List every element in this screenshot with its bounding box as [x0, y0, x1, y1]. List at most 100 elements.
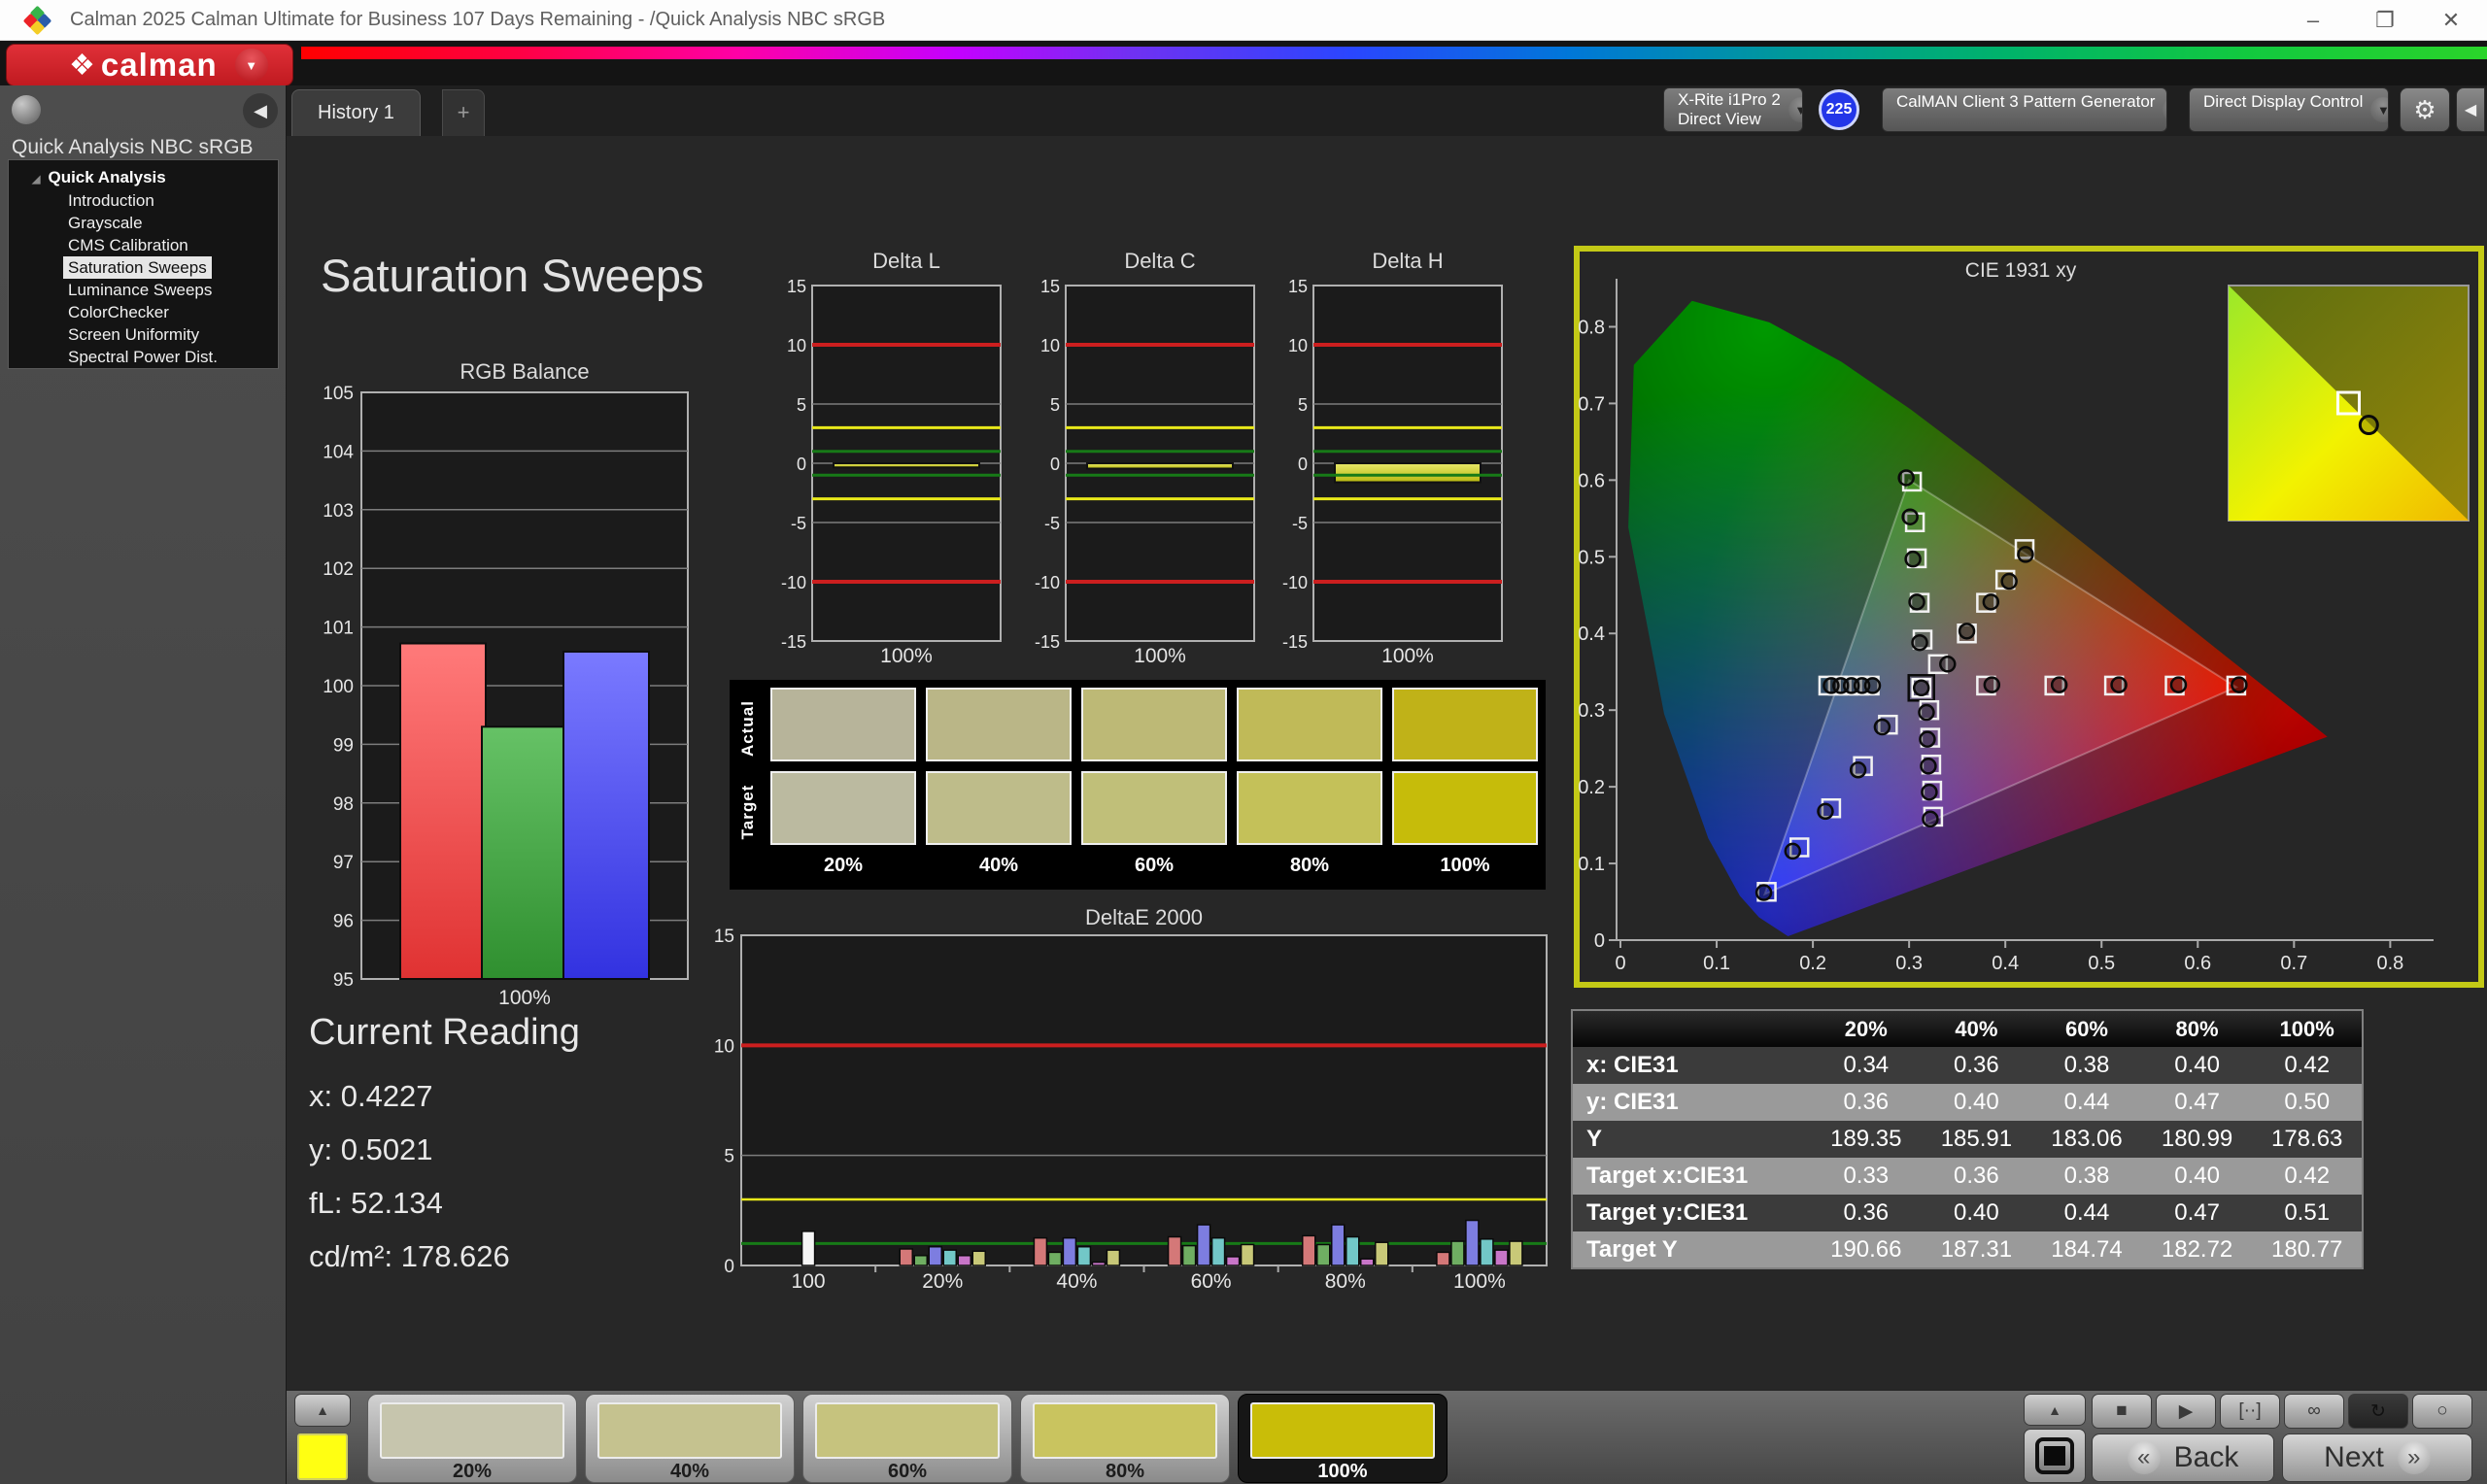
pattern-button-60%[interactable]: 60% [802, 1394, 1012, 1483]
pattern-swatch [597, 1402, 782, 1459]
record-button[interactable]: ○ [2412, 1394, 2472, 1429]
settings-button[interactable]: ⚙ [2400, 87, 2450, 132]
play-button[interactable]: ▶ [2156, 1394, 2216, 1429]
cell-value: 180.77 [2252, 1231, 2363, 1268]
deltae-2000-chart: DeltaE 2000 0 5 10 15 100 20% 40% 60% 80% 100% [714, 905, 1548, 1293]
pattern-button-40%[interactable]: 40% [585, 1394, 795, 1483]
calman-menu-button[interactable]: ❖ calman ▼ [6, 44, 293, 86]
swatch-column-label: 80% [1289, 855, 1330, 876]
measure-icon: [··] [2238, 1400, 2262, 1421]
swatch-column-label: 20% [823, 855, 864, 876]
target-swatch-80% [1237, 771, 1382, 845]
analysis-layout: Saturation Sweeps RGB Balance 95 96 97 98 99 1… [287, 136, 2487, 1389]
panel-collapse-button[interactable]: ◀ [2456, 87, 2485, 132]
pattern-list-up-button[interactable]: ▲ [294, 1394, 351, 1427]
table-row: x: CIE31 0.34 0.36 0.38 0.40 0.42 [1572, 1047, 2363, 1084]
workflow-title: Quick Analysis NBC sRGB [12, 136, 254, 158]
svg-text:10: 10 [1040, 336, 1060, 355]
cell-value: 185.91 [1921, 1121, 2032, 1158]
svg-text:0.5: 0.5 [2088, 953, 2115, 974]
table-header-100%: 100% [2252, 1010, 2363, 1047]
continuous-button[interactable]: ∞ [2284, 1394, 2344, 1429]
active-pattern-mini-swatch[interactable] [297, 1433, 348, 1480]
tree-item-spectral-power-dist[interactable]: Spectral Power Dist. [63, 346, 222, 368]
chevron-down-icon: ▼ [1788, 97, 1802, 122]
tab-history-1[interactable]: History 1 [291, 89, 421, 136]
svg-text:15: 15 [714, 927, 734, 947]
meter-dropdown[interactable]: X-Rite i1Pro 2Direct View ▼ [1663, 87, 1803, 132]
cell-value: 0.47 [2141, 1084, 2253, 1121]
pattern-swatch [1033, 1402, 1217, 1459]
pattern-window-up-button[interactable]: ▲ [2024, 1394, 2086, 1426]
cie-1931-panel[interactable]: CIE 1931 xy 0 0.1 0.2 0.3 0.4 0.5 0.6 0.7 0.8 0 0.1… [1574, 246, 2484, 988]
sidebar-collapse-button[interactable]: ◀ [243, 93, 278, 128]
svg-text:100%: 100% [880, 645, 933, 666]
cell-value: 0.36 [1921, 1047, 2032, 1084]
next-button[interactable]: Next » [2282, 1433, 2472, 1482]
svg-text:Delta H: Delta H [1372, 249, 1443, 273]
refresh-button[interactable]: ↻ [2348, 1394, 2408, 1429]
sidebar-orb-button[interactable] [12, 95, 41, 124]
back-button[interactable]: « Back [2092, 1433, 2274, 1482]
svg-text:0: 0 [1298, 455, 1308, 474]
svg-text:100%: 100% [1381, 645, 1434, 666]
svg-text:98: 98 [333, 794, 354, 815]
svg-text:0.8: 0.8 [2376, 953, 2403, 974]
tree-item-screen-uniformity[interactable]: Screen Uniformity [63, 323, 204, 346]
current-reading-title: Current Reading [309, 1012, 580, 1053]
pattern-swatch [380, 1402, 564, 1459]
pattern-button-20%[interactable]: 20% [367, 1394, 577, 1483]
row-label: y: CIE31 [1572, 1084, 1811, 1121]
cell-value: 180.99 [2141, 1121, 2253, 1158]
svg-text:0: 0 [797, 455, 806, 474]
current-reading-value: x: 0.4227 [309, 1079, 433, 1113]
pattern-label: 20% [452, 1461, 493, 1482]
cell-value: 0.47 [2141, 1195, 2253, 1231]
table-row: Y 189.35 185.91 183.06 180.99 178.63 [1572, 1121, 2363, 1158]
svg-text:0.6: 0.6 [2184, 953, 2211, 974]
svg-text:96: 96 [333, 912, 354, 932]
stop-button[interactable]: ■ [2092, 1394, 2152, 1429]
cell-value: 0.50 [2252, 1084, 2363, 1121]
tree-item-colorchecker[interactable]: ColorChecker [63, 301, 174, 323]
svg-text:0: 0 [1615, 953, 1625, 974]
svg-text:0: 0 [1050, 455, 1060, 474]
meter-count-badge[interactable]: 225 [1819, 89, 1859, 130]
refresh-icon: ↻ [2370, 1400, 2386, 1422]
tree-item-cms-calibration[interactable]: CMS Calibration [63, 234, 193, 256]
workflow-tree: ◢ Quick Analysis Introduction Grayscale CMS… [8, 159, 279, 369]
chevron-down-icon: ▼ [2370, 97, 2388, 122]
measure-button[interactable]: [··] [2220, 1394, 2280, 1429]
svg-text:-15: -15 [1282, 632, 1308, 652]
svg-text:40%: 40% [1056, 1270, 1097, 1293]
tree-item-saturation-sweeps[interactable]: Saturation Sweeps [63, 256, 212, 279]
cell-value: 0.38 [2031, 1158, 2142, 1195]
pattern-button-80%[interactable]: 80% [1020, 1394, 1230, 1483]
svg-text:97: 97 [333, 853, 354, 873]
minimize-button[interactable]: – [2285, 4, 2341, 37]
pattern-label: 60% [887, 1461, 928, 1482]
cell-value: 0.51 [2252, 1195, 2363, 1231]
target-swatch-20% [770, 771, 916, 845]
tree-item-introduction[interactable]: Introduction [63, 189, 159, 212]
svg-text:105: 105 [323, 384, 354, 404]
display-control-dropdown[interactable]: Direct Display Control ▼ [2189, 87, 2389, 132]
pattern-button-100%[interactable]: 100% [1238, 1394, 1448, 1483]
add-tab-button[interactable]: + [442, 89, 485, 136]
cell-value: 184.74 [2031, 1231, 2142, 1268]
tree-root-node[interactable]: ◢ Quick Analysis [32, 168, 278, 187]
calman-menu-chevron-icon: ▼ [234, 49, 268, 82]
restore-button[interactable]: ❐ [2357, 4, 2413, 37]
tree-item-luminance-sweeps[interactable]: Luminance Sweeps [63, 279, 217, 301]
actual-target-swatch-panel: Actual Target 20% 40% 60% 80% 100% [730, 680, 1546, 890]
close-button[interactable]: ✕ [2423, 4, 2479, 37]
gear-icon: ⚙ [2413, 94, 2436, 124]
continuous-icon: ∞ [2307, 1400, 2321, 1421]
svg-text:100%: 100% [1134, 645, 1186, 666]
pattern-source-dropdown[interactable]: CalMAN Client 3 Pattern Generator ▼ [1882, 87, 2167, 132]
pattern-window-button[interactable] [2024, 1429, 2086, 1483]
pattern-label: 40% [669, 1461, 710, 1482]
svg-text:5: 5 [1050, 395, 1060, 415]
actual-swatch-60% [1081, 688, 1227, 761]
tree-item-grayscale[interactable]: Grayscale [63, 212, 148, 234]
